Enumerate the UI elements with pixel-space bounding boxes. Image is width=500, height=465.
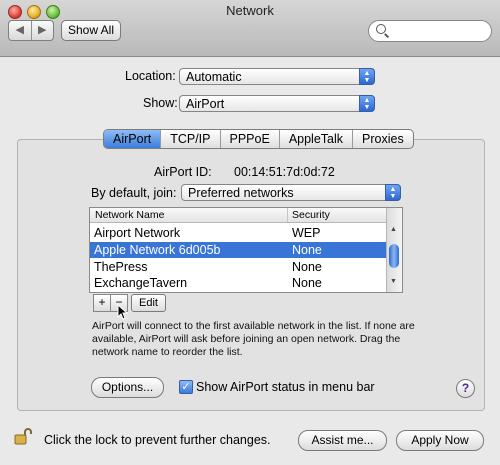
show-status-label: Show AirPort status in menu bar: [196, 380, 375, 394]
network-name: Airport Network: [94, 226, 181, 240]
show-label: Show:: [143, 96, 178, 110]
window-toolbar: Network ◀ ▶ Show All: [0, 0, 500, 57]
default-join-popup[interactable]: Preferred networks ▲ ▼: [181, 184, 401, 201]
network-security: WEP: [292, 226, 321, 240]
scroll-thumb[interactable]: [389, 244, 399, 268]
show-value: AirPort: [186, 97, 225, 111]
popup-arrows-icon: ▲ ▼: [359, 68, 375, 85]
help-description: AirPort will connect to the first availa…: [92, 320, 415, 358]
scroll-up-icon[interactable]: ▲: [390, 226, 397, 233]
table-scrollbar[interactable]: ▲ ▼: [386, 208, 402, 292]
popup-arrows-icon: ▲ ▼: [359, 95, 375, 112]
table-row[interactable]: ThePress None: [90, 259, 386, 275]
lock-message: Click the lock to prevent further change…: [44, 433, 271, 447]
help-button[interactable]: ?: [456, 379, 475, 398]
table-row[interactable]: Airport Network WEP: [90, 225, 386, 241]
back-arrow-icon[interactable]: ◀: [9, 21, 32, 40]
table-header: Network Name Security: [90, 208, 386, 223]
add-network-button[interactable]: +: [93, 294, 111, 312]
tab-appletalk[interactable]: AppleTalk: [278, 130, 352, 148]
network-name: ExchangeTavern: [94, 276, 188, 290]
search-input[interactable]: [368, 20, 492, 42]
tab-proxies[interactable]: Proxies: [352, 130, 413, 148]
airport-id-label: AirPort ID:: [154, 165, 212, 179]
show-popup[interactable]: AirPort ▲ ▼: [179, 95, 375, 112]
airport-id-value: 00:14:51:7d:0d:72: [234, 165, 335, 179]
tab-tcpip[interactable]: TCP/IP: [160, 130, 219, 148]
preferred-networks-table[interactable]: Network Name Security Airport Network WE…: [89, 207, 403, 293]
default-join-label: By default, join:: [91, 186, 177, 200]
network-name: Apple Network 6d005b: [94, 243, 221, 257]
network-security: None: [292, 276, 322, 290]
mouse-pointer-icon: [117, 304, 128, 320]
network-security: None: [292, 243, 322, 257]
tab-pppoe[interactable]: PPPoE: [219, 130, 279, 148]
default-join-value: Preferred networks: [188, 186, 294, 200]
column-network-name[interactable]: Network Name: [95, 209, 164, 221]
network-name: ThePress: [94, 260, 148, 274]
forward-arrow-icon[interactable]: ▶: [32, 21, 54, 40]
edit-network-button[interactable]: Edit: [131, 294, 166, 312]
back-forward-control[interactable]: ◀ ▶: [8, 20, 54, 41]
tab-strip: AirPort TCP/IP PPPoE AppleTalk Proxies: [103, 129, 414, 149]
scroll-down-icon[interactable]: ▼: [390, 278, 397, 285]
popup-arrows-icon: ▲ ▼: [385, 184, 401, 201]
location-popup[interactable]: Automatic ▲ ▼: [179, 68, 375, 85]
location-value: Automatic: [186, 70, 242, 84]
show-status-checkbox[interactable]: ✓: [179, 380, 193, 394]
assist-me-button[interactable]: Assist me...: [298, 430, 387, 451]
window-title: Network: [226, 3, 274, 18]
network-security: None: [292, 260, 322, 274]
tab-airport[interactable]: AirPort: [104, 130, 161, 148]
show-all-button[interactable]: Show All: [61, 20, 121, 41]
lock-icon[interactable]: [14, 427, 32, 445]
location-label: Location:: [125, 69, 176, 83]
apply-now-button[interactable]: Apply Now: [396, 430, 484, 451]
table-row-selected[interactable]: Apple Network 6d005b None: [90, 242, 386, 258]
table-row[interactable]: ExchangeTavern None: [90, 275, 386, 291]
column-security[interactable]: Security: [287, 208, 330, 222]
options-button[interactable]: Options...: [91, 377, 164, 398]
search-icon: [376, 24, 386, 34]
